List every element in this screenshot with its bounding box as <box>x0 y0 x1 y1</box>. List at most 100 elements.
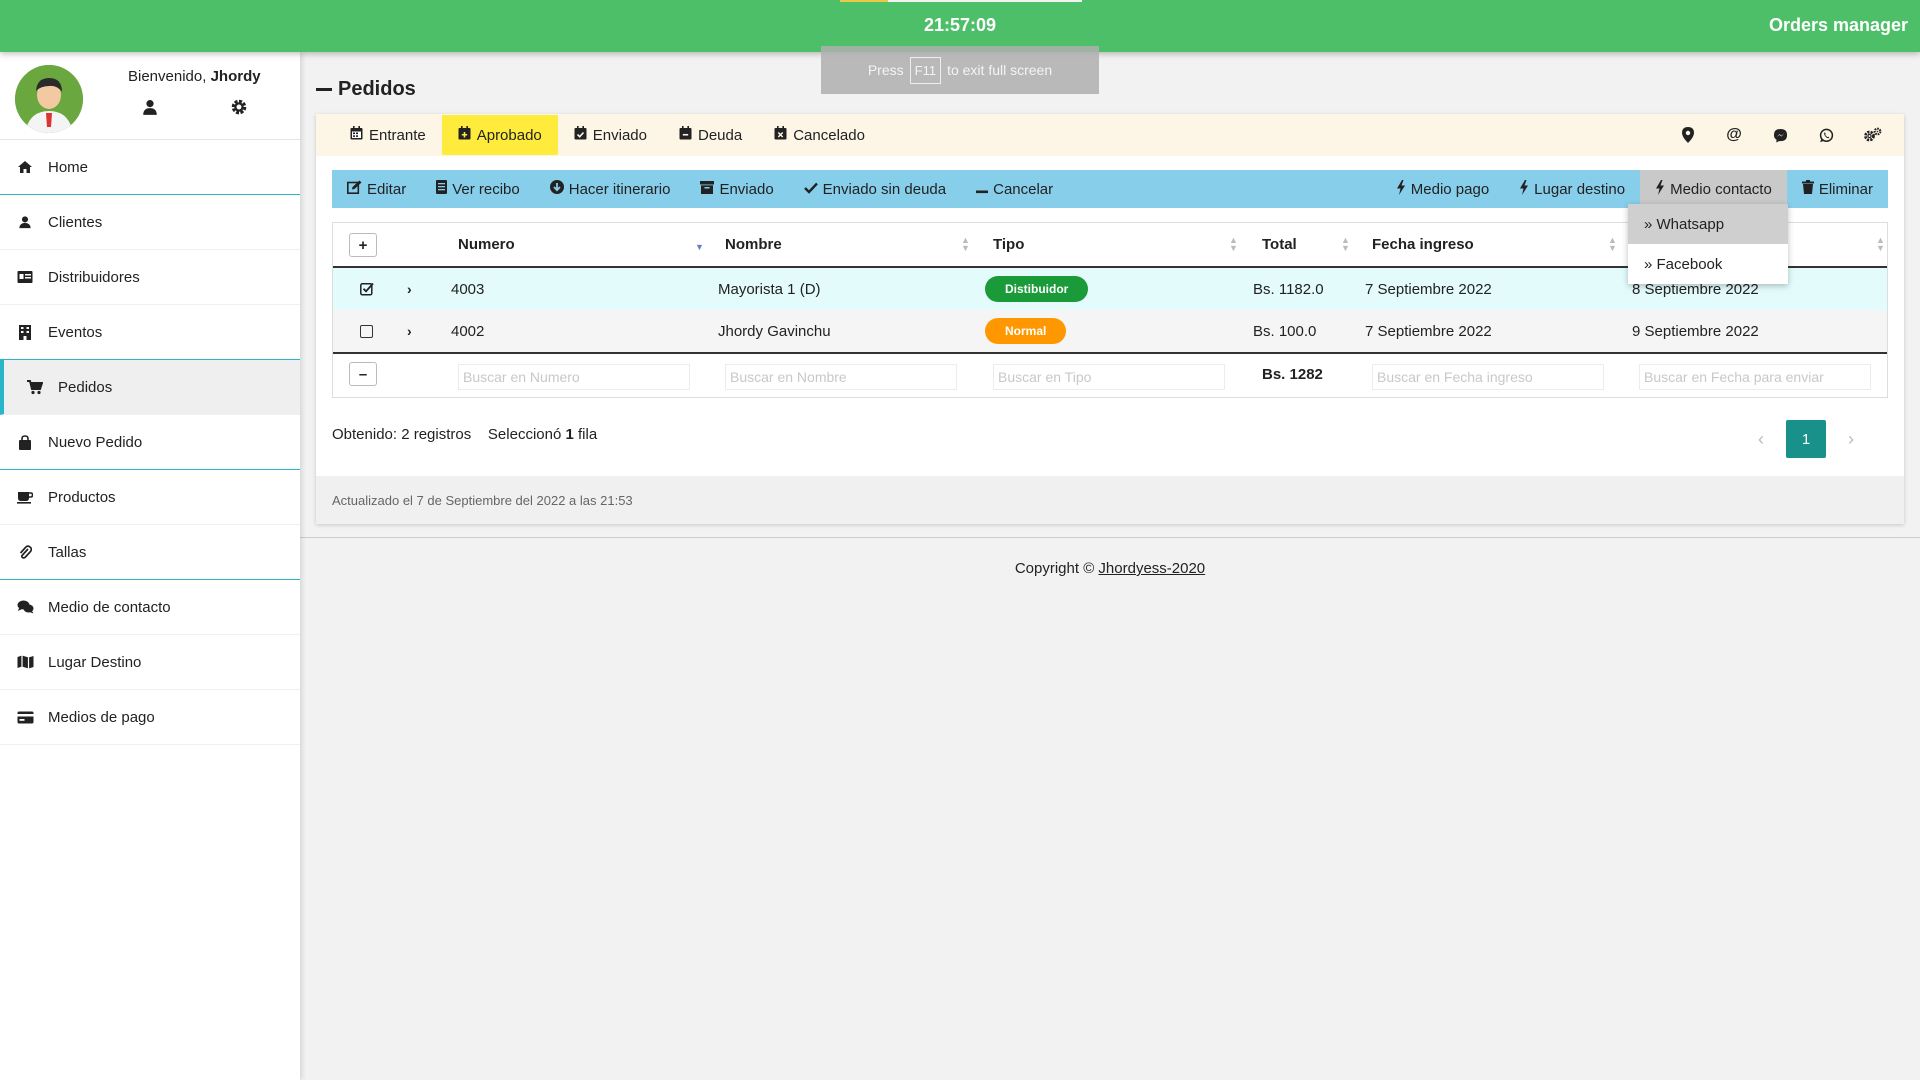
expand-all-button[interactable]: + <box>349 233 377 257</box>
sort-icon[interactable]: ▲ ▼ <box>1341 236 1350 253</box>
sort-icon[interactable]: ▲ ▼ <box>1876 236 1885 253</box>
tab-enviado[interactable]: Enviado <box>558 115 663 155</box>
cell-total: Bs. 1182.0 <box>1253 280 1324 298</box>
tab-label: Enviado <box>592 126 647 144</box>
chevron-left-icon[interactable]: ‹ <box>1758 429 1764 450</box>
chevron-right-icon[interactable]: › <box>407 310 412 352</box>
dropdown-item-whatsapp[interactable]: » Whatsapp <box>1628 204 1788 244</box>
enviado-button[interactable]: Enviado <box>685 170 788 208</box>
sidebar-item-label: Nuevo Pedido <box>48 433 143 451</box>
search-tipo-input[interactable] <box>993 364 1225 390</box>
search-fecha-ingreso-input[interactable] <box>1372 364 1604 390</box>
table-row[interactable]: › 4002 Jhordy Gavinchu Normal Bs. 100.0 … <box>333 310 1887 352</box>
sidebar-item-nuevo-pedido[interactable]: Nuevo Pedido <box>0 415 300 470</box>
column-header-total[interactable]: Total <box>1262 223 1297 266</box>
column-header-nombre[interactable]: Nombre <box>725 223 782 266</box>
page-button-current[interactable]: 1 <box>1786 420 1826 458</box>
sort-icon[interactable]: ▲ ▼ <box>1608 236 1617 253</box>
sidebar-item-distribuidores[interactable]: Distribuidores <box>0 250 300 305</box>
selected-post: fila <box>578 426 598 443</box>
selected-count: 1 <box>565 426 574 443</box>
sidebar-item-eventos[interactable]: Eventos <box>0 305 300 360</box>
ver-recibo-button[interactable]: Ver recibo <box>421 170 535 208</box>
action-toolbar: Editar Ver recibo Hacer itinerario Envia… <box>332 170 1888 208</box>
sort-icon[interactable]: ▲ ▼ <box>1229 236 1238 253</box>
collapse-dash-icon[interactable] <box>316 88 332 91</box>
cell-total: Bs. 100.0 <box>1253 322 1317 340</box>
tab-deuda[interactable]: Deuda <box>663 115 758 155</box>
tab-aprobado[interactable]: Aprobado <box>441 115 558 155</box>
column-label: Numero <box>458 236 515 253</box>
bolt-icon <box>1396 179 1406 199</box>
search-fecha-envio-input[interactable] <box>1639 364 1871 390</box>
sidebar-item-pedidos[interactable]: Pedidos <box>0 360 300 415</box>
welcome-label: Bienvenido, <box>128 68 207 85</box>
copyright-link[interactable]: Jhordyess-2020 <box>1098 560 1205 577</box>
receipt-icon <box>436 180 448 198</box>
app-title: Orders manager <box>1768 15 1908 35</box>
medio-contacto-button[interactable]: Medio contacto <box>1640 170 1787 208</box>
sidebar-item-tallas[interactable]: Tallas <box>0 525 300 580</box>
hacer-itinerario-button[interactable]: Hacer itinerario <box>535 170 686 208</box>
cancelar-button[interactable]: Cancelar <box>961 170 1068 208</box>
tab-label: Deuda <box>698 126 743 144</box>
sort-desc-icon[interactable]: ▼ <box>695 243 704 259</box>
search-nombre-input[interactable] <box>725 364 957 390</box>
search-numero-input[interactable] <box>458 364 690 390</box>
tab-entrante[interactable]: Entrante <box>334 115 442 155</box>
chevron-right-icon[interactable]: › <box>1848 429 1854 450</box>
dropdown-item-facebook[interactable]: » Facebook <box>1628 244 1788 284</box>
trash-icon <box>1801 180 1814 198</box>
sidebar-item-lugar-destino[interactable]: Lugar Destino <box>0 635 300 690</box>
cell-numero: 4002 <box>451 322 485 340</box>
whatsapp-icon[interactable] <box>1816 125 1836 145</box>
settings-gear-icon[interactable] <box>230 98 248 116</box>
coffee-icon <box>16 488 34 506</box>
eliminar-button[interactable]: Eliminar <box>1787 170 1888 208</box>
sidebar-item-label: Home <box>48 158 89 176</box>
cancelar-label: Cancelar <box>993 180 1054 198</box>
cell-fecha-envio: 9 Septiembre 2022 <box>1632 322 1759 340</box>
collapse-all-button[interactable]: – <box>349 362 377 386</box>
clock: 21:57:09 <box>923 15 997 35</box>
profile-icon[interactable] <box>141 98 159 116</box>
sidebar-item-medios-de-pago[interactable]: Medios de pago <box>0 690 300 745</box>
column-header-fecha-ingreso[interactable]: Fecha ingreso <box>1372 223 1474 266</box>
credit-card-icon <box>16 708 34 726</box>
sort-icon[interactable]: ▲ ▼ <box>961 236 970 253</box>
user-name: Jhordy <box>210 68 261 85</box>
row-checkbox[interactable] <box>360 268 374 310</box>
at-sign-icon[interactable]: @ <box>1724 125 1744 145</box>
messenger-icon[interactable] <box>1770 125 1790 145</box>
tab-cancelado[interactable]: Cancelado <box>758 115 881 155</box>
sidebar-item-clientes[interactable]: Clientes <box>0 195 300 250</box>
map-marker-icon[interactable] <box>1678 125 1698 145</box>
bolt-icon <box>1519 179 1529 199</box>
column-header-tipo[interactable]: Tipo <box>993 223 1024 266</box>
top-accent-line-yellow <box>840 0 888 2</box>
cart-icon <box>26 378 44 396</box>
tab-label: Aprobado <box>476 126 542 144</box>
sidebar-item-label: Clientes <box>48 213 103 231</box>
lugar-destino-button[interactable]: Lugar destino <box>1504 170 1640 208</box>
medio-pago-button[interactable]: Medio pago <box>1381 170 1504 208</box>
cell-nombre: Jhordy Gavinchu <box>718 322 831 340</box>
column-label: Total <box>1262 236 1297 253</box>
column-header-numero[interactable]: Numero <box>458 223 515 266</box>
sidebar-item-label: Pedidos <box>58 378 113 396</box>
status-tabs: Entrante Aprobado Enviado Deuda Cancelad… <box>316 114 1904 156</box>
sidebar-item-productos[interactable]: Productos <box>0 470 300 525</box>
editar-button[interactable]: Editar <box>332 170 421 208</box>
sidebar-item-medio-de-contacto[interactable]: Medio de contacto <box>0 580 300 635</box>
medio-contacto-label: Medio contacto <box>1670 180 1772 198</box>
chevron-right-icon[interactable]: › <box>407 268 412 310</box>
row-checkbox[interactable] <box>360 310 373 352</box>
gears-icon[interactable] <box>1862 125 1882 145</box>
enviado-sin-deuda-button[interactable]: Enviado sin deuda <box>789 170 961 208</box>
status-badge: Normal <box>985 318 1067 344</box>
sidebar-item-home[interactable]: Home <box>0 140 300 195</box>
checkbox-checked-icon <box>360 282 374 296</box>
user-icon <box>16 213 34 231</box>
archive-icon <box>700 180 715 198</box>
medio-pago-label: Medio pago <box>1410 180 1490 198</box>
